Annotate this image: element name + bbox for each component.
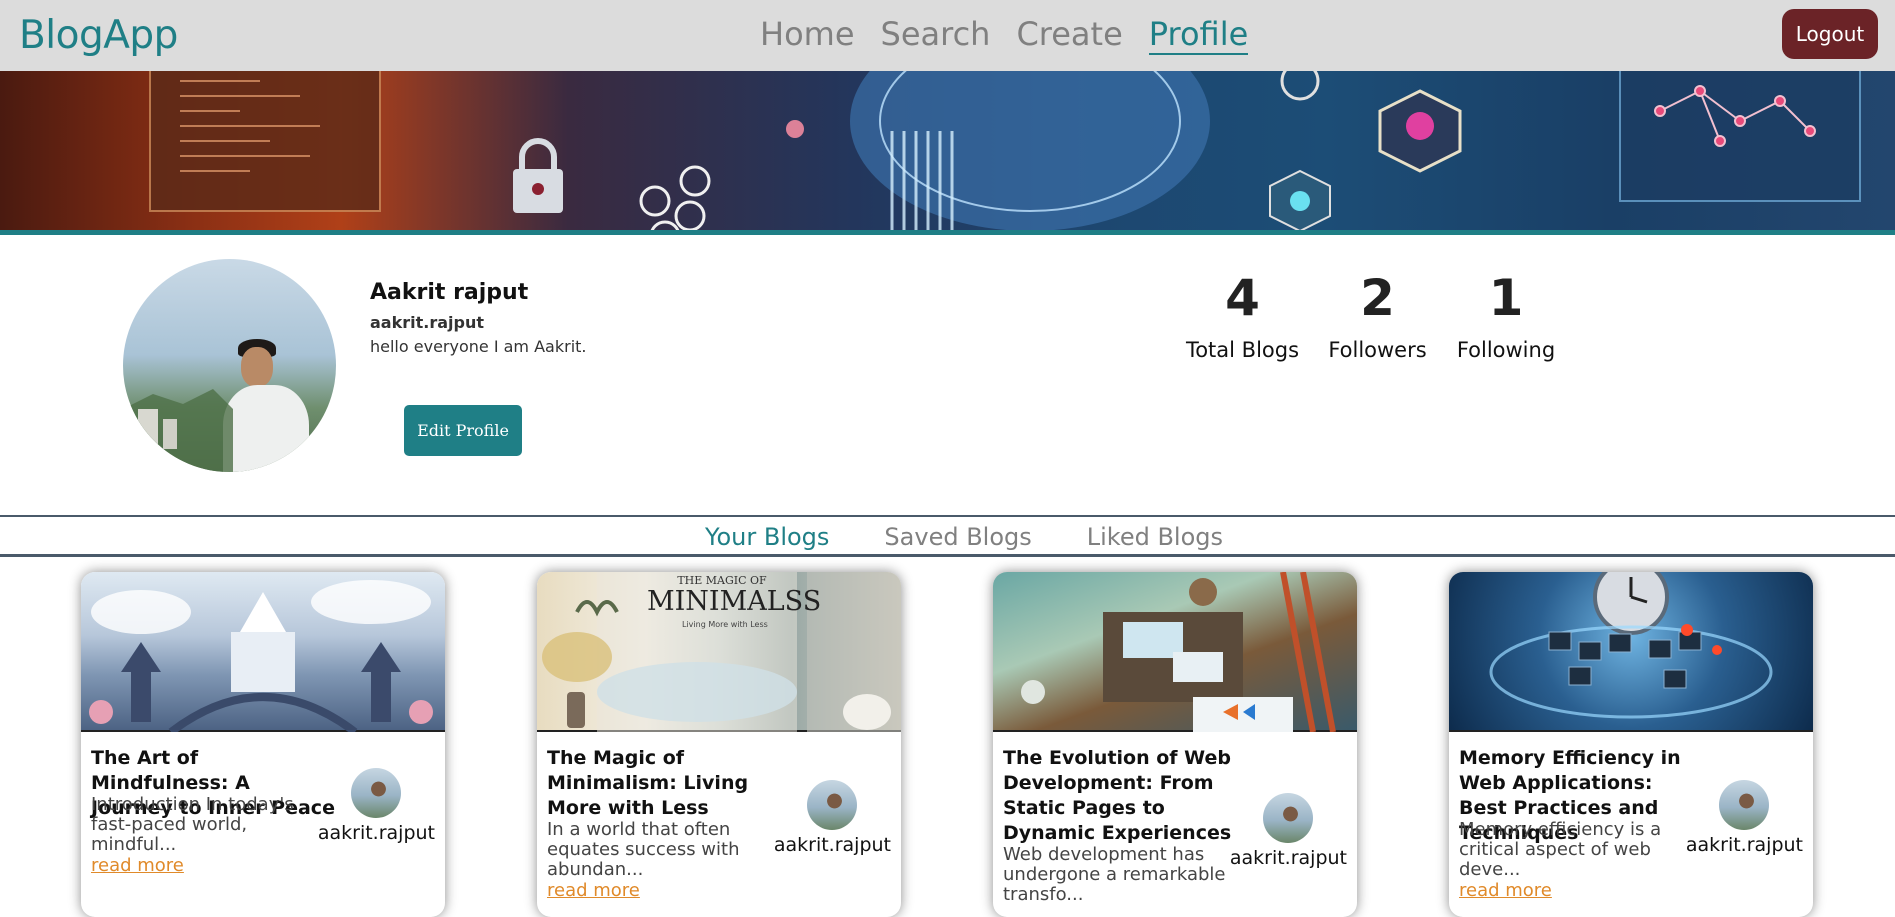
author-name: aakrit.rajput	[773, 834, 891, 856]
blog-card-image[interactable]	[993, 572, 1357, 732]
author-avatar	[1263, 793, 1314, 843]
blog-card-image[interactable]	[1449, 572, 1813, 732]
blog-card-description: Introduction In today's fast-paced world…	[91, 794, 294, 855]
author-name: aakrit.rajput	[317, 822, 435, 844]
author-avatar	[351, 768, 402, 818]
profile-banner	[0, 71, 1895, 235]
blog-card[interactable]: The Art of Mindfulness: A Journey to Inn…	[81, 572, 445, 917]
nav-link-search[interactable]: Search	[881, 15, 991, 55]
blog-card-description: Memory efficiency is a critical aspect o…	[1459, 819, 1662, 880]
blog-tabs: Your Blogs Saved Blogs Liked Blogs	[705, 523, 1223, 551]
author-avatar	[1719, 780, 1770, 830]
author-name: aakrit.rajput	[1229, 847, 1347, 869]
nav-link-create[interactable]: Create	[1016, 15, 1122, 55]
stat-following-label: Following	[1456, 338, 1556, 362]
profile-avatar	[123, 259, 336, 472]
stat-total-blogs-label: Total Blogs	[1185, 338, 1300, 362]
nav-links: Home Search Create Profile	[760, 15, 1249, 55]
image-caption-title: MINIMALSS	[647, 586, 822, 617]
edit-profile-button[interactable]: Edit Profile	[404, 405, 522, 456]
blog-card-title[interactable]: The Magic of Minimalism: Living More wit…	[547, 746, 792, 821]
blog-card-author[interactable]: aakrit.rajput	[1230, 793, 1347, 869]
read-more-link[interactable]: read more	[1459, 880, 1552, 901]
blog-card-author[interactable]: aakrit.rajput	[774, 780, 891, 856]
blog-card-author[interactable]: aakrit.rajput	[318, 768, 435, 844]
stat-followers-label: Followers	[1328, 338, 1427, 362]
profile-name: Aakrit rajput	[370, 280, 529, 305]
stat-followers-value: 2	[1360, 269, 1395, 327]
blog-card-author[interactable]: aakrit.rajput	[1686, 780, 1803, 856]
profile-bio: hello everyone I am Aakrit.	[370, 337, 587, 356]
blog-card[interactable]: Memory Efficiency in Web Applications: B…	[1449, 572, 1813, 917]
blog-card-image[interactable]	[81, 572, 445, 732]
tab-liked-blogs[interactable]: Liked Blogs	[1087, 523, 1223, 551]
blog-card[interactable]: THE MAGIC OF MINIMALSS Living More with …	[537, 572, 901, 917]
nav-link-home[interactable]: Home	[760, 15, 855, 55]
stat-total-blogs-value: 4	[1225, 269, 1260, 327]
blog-card[interactable]: The Evolution of Web Development: From S…	[993, 572, 1357, 917]
tab-your-blogs[interactable]: Your Blogs	[705, 523, 829, 551]
stat-followers[interactable]: 2 Followers	[1325, 270, 1430, 362]
stat-following[interactable]: 1 Following	[1452, 270, 1560, 362]
blog-tabs-bar: Your Blogs Saved Blogs Liked Blogs	[0, 515, 1895, 557]
blog-card-title[interactable]: The Evolution of Web Development: From S…	[1003, 746, 1248, 846]
read-more-link[interactable]: read more	[547, 880, 640, 901]
read-more-link[interactable]: read more	[91, 855, 184, 876]
blog-card-description: In a world that often equates success wi…	[547, 819, 740, 880]
blog-card-image[interactable]: THE MAGIC OF MINIMALSS Living More with …	[537, 572, 901, 732]
stat-total-blogs: 4 Total Blogs	[1185, 270, 1300, 362]
logout-button[interactable]: Logout	[1782, 9, 1878, 59]
tab-saved-blogs[interactable]: Saved Blogs	[884, 523, 1031, 551]
nav-link-profile[interactable]: Profile	[1148, 15, 1249, 55]
banner-artwork	[149, 71, 1861, 235]
author-avatar	[807, 780, 858, 830]
brand-logo[interactable]: BlogApp	[19, 13, 178, 58]
author-name: aakrit.rajput	[1685, 834, 1803, 856]
navbar: BlogApp Home Search Create Profile Logou…	[0, 0, 1895, 71]
profile-username: aakrit.rajput	[370, 313, 484, 332]
stat-following-value: 1	[1488, 269, 1524, 327]
image-caption-sub: Living More with Less	[682, 620, 768, 629]
banner-accent-line	[0, 230, 1895, 235]
blog-card-description: Web development has undergone a remarkab…	[1003, 844, 1226, 905]
